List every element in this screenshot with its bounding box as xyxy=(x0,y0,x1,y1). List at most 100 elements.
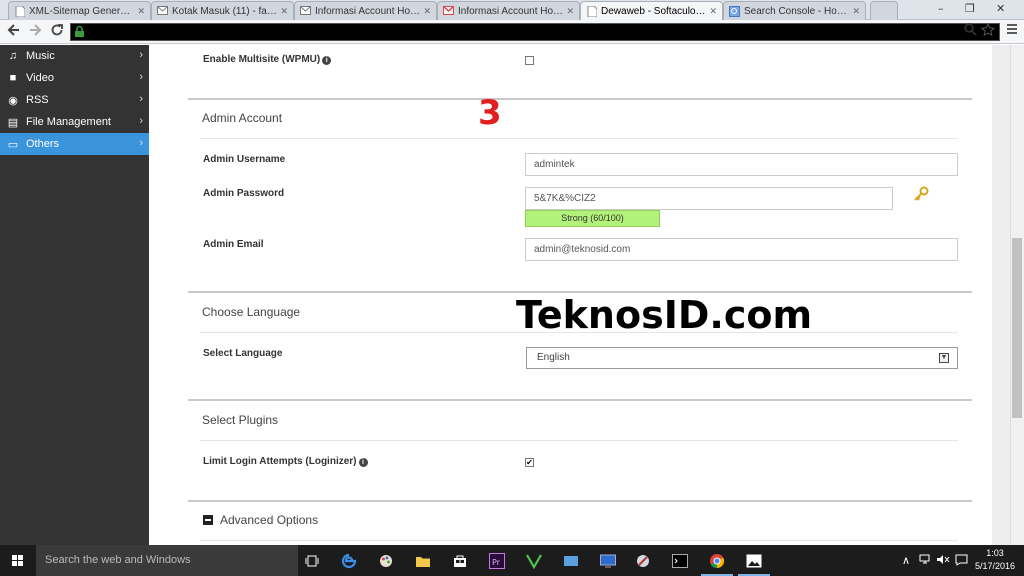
taskbar-clock[interactable]: 1:03 5/17/2016 xyxy=(972,547,1018,573)
sidebar-item-label: Music xyxy=(26,50,55,62)
photos-icon[interactable] xyxy=(738,551,770,576)
chrome-icon[interactable] xyxy=(701,551,733,576)
language-select[interactable]: English ▼ xyxy=(526,347,958,369)
sidebar-item-rss[interactable]: ◉ RSS › xyxy=(0,89,149,111)
close-window-button[interactable]: ✕ xyxy=(996,2,1005,15)
scrollbar-thumb[interactable] xyxy=(1012,238,1022,418)
admin-email-label: Admin Email xyxy=(203,239,264,250)
clock-date: 5/17/2016 xyxy=(974,561,1016,571)
network-app-icon[interactable] xyxy=(561,551,581,570)
close-icon[interactable]: ✕ xyxy=(137,6,145,17)
notifications-icon[interactable] xyxy=(955,554,968,569)
tab-xml-sitemap[interactable]: XML-Sitemap Generator - ✕ xyxy=(8,1,151,20)
tab-informasi-account-1[interactable]: Informasi Account Hostin ✕ xyxy=(294,1,437,20)
tab-title: Kotak Masuk (11) - fauzi.f xyxy=(172,5,278,17)
taskbar-search-box[interactable]: Search the web and Windows xyxy=(36,545,298,576)
close-icon[interactable]: ✕ xyxy=(566,6,574,17)
gmail-icon xyxy=(442,5,455,17)
tab-search-console[interactable]: Search Console - Home ✕ xyxy=(723,1,866,20)
new-tab-button[interactable] xyxy=(870,1,898,20)
section-divider xyxy=(188,399,972,401)
task-view-icon[interactable] xyxy=(302,551,322,570)
star-icon[interactable] xyxy=(980,22,996,41)
section-divider xyxy=(188,98,972,100)
page-icon xyxy=(14,5,25,17)
tab-kotak-masuk[interactable]: Kotak Masuk (11) - fauzi.f ✕ xyxy=(151,1,294,20)
tab-title: Search Console - Home xyxy=(744,5,850,17)
forward-arrow-icon[interactable] xyxy=(28,23,42,41)
section-subdivider xyxy=(200,138,958,139)
tab-informasi-account-2[interactable]: Informasi Account Hostin ✕ xyxy=(437,1,580,20)
chevron-down-icon: ▼ xyxy=(939,353,949,363)
file-explorer-icon[interactable] xyxy=(413,551,433,570)
chevron-right-icon: › xyxy=(139,71,143,83)
store-icon[interactable] xyxy=(450,551,470,570)
sidebar-item-file-management[interactable]: ▤ File Management › xyxy=(0,111,149,133)
chevron-right-icon: › xyxy=(139,115,143,127)
admin-username-input[interactable]: admintek xyxy=(525,153,958,176)
close-icon[interactable]: ✕ xyxy=(852,6,860,17)
browser-toolbar xyxy=(0,20,1024,44)
reload-icon[interactable] xyxy=(50,23,64,41)
sidebar: ♫ Music › ■ Video › ◉ RSS › ▤ File Manag… xyxy=(0,45,149,545)
advanced-options-title[interactable]: Advanced Options xyxy=(220,513,318,527)
section-subdivider xyxy=(200,540,958,541)
sidebar-item-music[interactable]: ♫ Music › xyxy=(0,45,149,67)
chevron-right-icon: › xyxy=(139,49,143,61)
video-icon: ■ xyxy=(9,72,17,84)
info-icon[interactable]: i xyxy=(358,458,368,467)
vectorize-app-icon[interactable] xyxy=(524,551,544,570)
sidebar-item-others[interactable]: ▭ Others › xyxy=(0,133,149,155)
lock-icon xyxy=(74,25,85,38)
close-icon[interactable]: ✕ xyxy=(423,6,431,17)
tab-title: Dewaweb - Softaculous - xyxy=(601,6,707,17)
admin-email-input[interactable]: admin@teknosid.com xyxy=(525,238,958,261)
menu-icon[interactable] xyxy=(1006,23,1018,39)
back-arrow-icon[interactable] xyxy=(7,23,21,41)
minimize-button[interactable]: – xyxy=(938,2,944,15)
volume-muted-icon[interactable] xyxy=(936,554,950,568)
close-icon[interactable]: ✕ xyxy=(280,6,288,17)
language-select-value: English xyxy=(537,352,570,363)
tab-title: Informasi Account Hostin xyxy=(315,5,421,17)
rss-icon: ◉ xyxy=(8,94,18,107)
page-icon xyxy=(586,5,597,18)
collapse-icon[interactable] xyxy=(203,515,213,525)
restore-button[interactable]: ❐ xyxy=(965,2,975,15)
tab-dewaweb-softaculous[interactable]: Dewaweb - Softaculous - ✕ xyxy=(580,1,723,21)
multisite-checkbox[interactable] xyxy=(525,56,534,65)
folder-open-icon: ▭ xyxy=(7,138,19,151)
search-icon[interactable] xyxy=(964,23,977,40)
multisite-label-text: Enable Multisite (WPMU) xyxy=(203,54,321,65)
paint-brush-icon[interactable] xyxy=(633,551,653,570)
admin-account-title: Admin Account xyxy=(202,111,283,125)
search-console-icon xyxy=(729,5,740,17)
edge-browser-icon[interactable] xyxy=(339,551,359,570)
tab-title: Informasi Account Hostin xyxy=(458,5,564,17)
page-gutter xyxy=(992,45,1010,545)
premiere-icon[interactable]: Pr xyxy=(487,551,507,570)
admin-password-input[interactable]: 5&7K&%CIZ2 xyxy=(525,187,893,210)
windows-taskbar: Search the web and Windows Pr ∧ 1:03 5/1… xyxy=(0,545,1024,576)
network-icon[interactable] xyxy=(919,554,933,568)
close-icon[interactable]: ✕ xyxy=(709,6,717,17)
address-bar[interactable] xyxy=(70,23,1000,41)
key-icon[interactable] xyxy=(913,186,929,206)
sidebar-item-label: RSS xyxy=(26,94,49,106)
sidebar-item-video[interactable]: ■ Video › xyxy=(0,67,149,89)
music-icon: ♫ xyxy=(8,50,18,62)
choose-language-title: Choose Language xyxy=(202,305,301,319)
paint-app-icon[interactable] xyxy=(376,551,396,570)
remote-desktop-icon[interactable] xyxy=(598,551,618,570)
browser-tab-strip: XML-Sitemap Generator - ✕ Kotak Masuk (1… xyxy=(0,0,1024,21)
command-prompt-icon[interactable] xyxy=(670,551,690,570)
mail-icon xyxy=(157,5,168,17)
step-number-annotation: 3 xyxy=(478,93,502,133)
info-icon[interactable]: i xyxy=(322,56,332,65)
chevron-up-icon[interactable]: ∧ xyxy=(902,554,910,567)
multisite-label: Enable Multisite (WPMU) i xyxy=(203,54,332,65)
loginizer-checkbox[interactable]: ✔ xyxy=(525,458,534,467)
admin-username-label: Admin Username xyxy=(203,154,286,165)
select-language-label: Select Language xyxy=(203,348,283,359)
windows-start-icon[interactable] xyxy=(12,555,24,567)
